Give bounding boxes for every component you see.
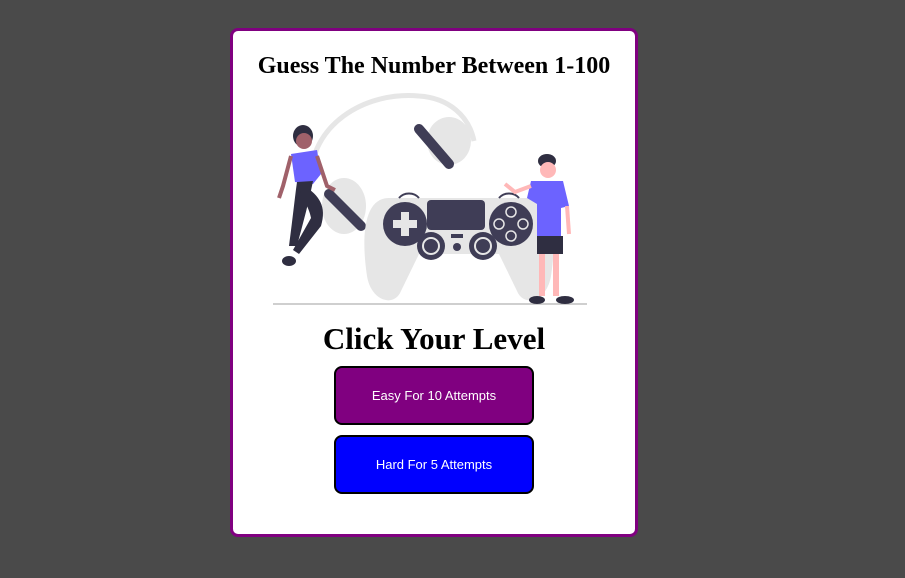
game-card: Guess The Number Between 1-100 Click You… [230,28,638,537]
hard-level-button[interactable]: Hard For 5 Attempts [334,435,534,494]
game-title: Guess The Number Between 1-100 [257,53,611,79]
easy-level-button[interactable]: Easy For 10 Attempts [334,366,534,425]
game-controller [364,192,554,301]
gamepad-illustration [273,93,587,305]
level-heading: Click Your Level [322,321,546,356]
